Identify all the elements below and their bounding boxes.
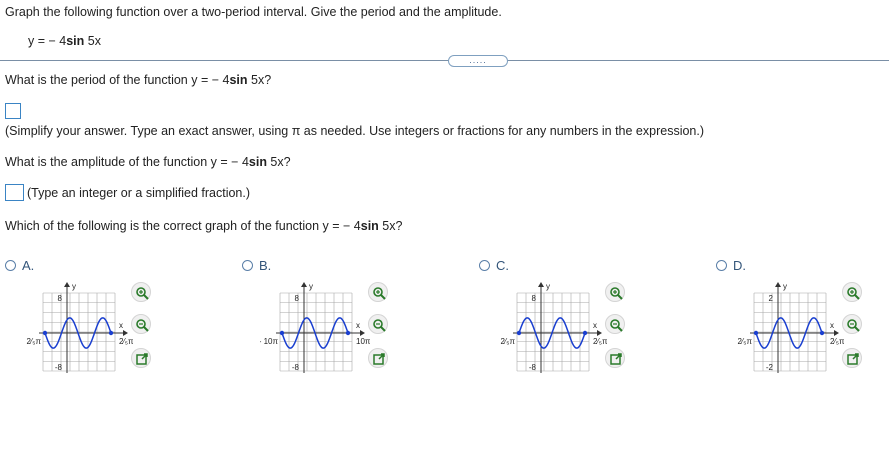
x-tick-left-label: 2⁄₅π [500, 337, 515, 346]
choice-label: B. [259, 258, 272, 273]
popout-button[interactable] [842, 348, 862, 368]
graph-question-suffix: 5x? [378, 219, 403, 233]
zoom-out-button[interactable] [842, 314, 862, 334]
endpoint-dot [345, 330, 351, 336]
x-axis-label: x [830, 321, 834, 330]
function-prefix: y = − 4 [28, 34, 67, 48]
popout-icon [847, 353, 859, 365]
endpoint-dot [279, 330, 285, 336]
y-axis-label: y [783, 282, 787, 291]
x-tick-right-label: 2⁄₅π [830, 337, 844, 346]
zoom-in-button[interactable] [131, 282, 151, 302]
endpoint-dot [819, 330, 825, 336]
amplitude-question-prefix: What is the amplitude of the function y … [5, 155, 249, 169]
period-question-suffix: 5x? [247, 73, 272, 87]
period-answer-input[interactable] [5, 103, 21, 119]
choice-graph: 8 -8 y x 2⁄₅π 2⁄₅π [500, 282, 607, 373]
y-axis-label: y [72, 282, 76, 291]
x-tick-right-label: 2⁄₅π [119, 337, 133, 346]
zoom-out-button[interactable] [368, 314, 388, 334]
zoom-in-icon [136, 287, 149, 300]
choice-label: A. [22, 258, 35, 273]
popout-button[interactable] [605, 348, 625, 368]
choice-graph: 8 -8 y x 2⁄₅π 2⁄₅π [26, 282, 133, 373]
endpoint-dot [516, 330, 522, 336]
popout-icon [373, 353, 385, 365]
y-tick-bottom-label: -8 [55, 363, 63, 372]
function-sin: sin [66, 34, 85, 48]
y-axis-label: y [309, 282, 313, 291]
zoom-in-button[interactable] [842, 282, 862, 302]
x-axis-label: x [356, 321, 360, 330]
x-tick-left-label: 2⁄₅π [26, 337, 41, 346]
graph-question: Which of the following is the correct gr… [5, 219, 402, 233]
period-hint: (Simplify your answer. Type an exact ans… [5, 124, 705, 138]
zoom-in-icon [373, 287, 386, 300]
choice-radio[interactable] [716, 260, 727, 271]
amplitude-question-sin: sin [248, 155, 267, 169]
zoom-out-button[interactable] [605, 314, 625, 334]
endpoint-dot [108, 330, 114, 336]
choice-label: D. [733, 258, 746, 273]
y-tick-bottom-label: -8 [529, 363, 537, 372]
zoom-in-icon [610, 287, 623, 300]
choice-radio[interactable] [479, 260, 490, 271]
instruction-text: Graph the following function over a two-… [5, 5, 502, 19]
endpoint-dot [42, 330, 48, 336]
endpoint-dot [582, 330, 588, 336]
period-question-prefix: What is the period of the function y = −… [5, 73, 230, 87]
y-tick-top-label: 8 [532, 294, 537, 303]
x-tick-left-label: 2⁄₅π [737, 337, 752, 346]
period-question-sin: sin [229, 73, 248, 87]
amplitude-answer-input[interactable] [5, 184, 24, 201]
zoom-in-button[interactable] [605, 282, 625, 302]
section-divider [0, 60, 889, 61]
x-tick-right-label: 2⁄₅π [593, 337, 607, 346]
amplitude-hint: (Type an integer or a simplified fractio… [27, 186, 251, 200]
zoom-out-icon [136, 319, 149, 332]
y-tick-bottom-label: -8 [292, 363, 300, 372]
popout-button[interactable] [368, 348, 388, 368]
amplitude-question: What is the amplitude of the function y … [5, 155, 291, 169]
y-tick-top-label: 2 [769, 294, 774, 303]
zoom-out-icon [373, 319, 386, 332]
graph-question-sin: sin [360, 219, 379, 233]
period-question: What is the period of the function y = −… [5, 73, 271, 87]
popout-icon [610, 353, 622, 365]
popout-button[interactable] [131, 348, 151, 368]
y-tick-top-label: 8 [58, 294, 63, 303]
x-axis-label: x [119, 321, 123, 330]
zoom-in-button[interactable] [368, 282, 388, 302]
choice-radio[interactable] [5, 260, 16, 271]
zoom-out-button[interactable] [131, 314, 151, 334]
choice-graph: 8 -8 y x - 10π 10π [260, 282, 370, 373]
popout-icon [136, 353, 148, 365]
x-tick-left-label: - 10π [260, 337, 278, 346]
y-tick-top-label: 8 [295, 294, 300, 303]
graph-question-prefix: Which of the following is the correct gr… [5, 219, 361, 233]
function-display: y = − 4sin 5x [28, 34, 101, 48]
endpoint-dot [753, 330, 759, 336]
function-suffix: 5x [84, 34, 101, 48]
x-tick-right-label: 10π [356, 337, 370, 346]
zoom-out-icon [847, 319, 860, 332]
y-axis-label: y [546, 282, 550, 291]
zoom-out-icon [610, 319, 623, 332]
choice-radio[interactable] [242, 260, 253, 271]
choice-graph: 2 -2 y x 2⁄₅π 2⁄₅π [737, 282, 844, 373]
expand-more-button[interactable]: ..... [448, 55, 508, 67]
amplitude-question-suffix: 5x? [266, 155, 291, 169]
zoom-in-icon [847, 287, 860, 300]
choice-label: C. [496, 258, 509, 273]
y-tick-bottom-label: -2 [766, 363, 774, 372]
x-axis-label: x [593, 321, 597, 330]
